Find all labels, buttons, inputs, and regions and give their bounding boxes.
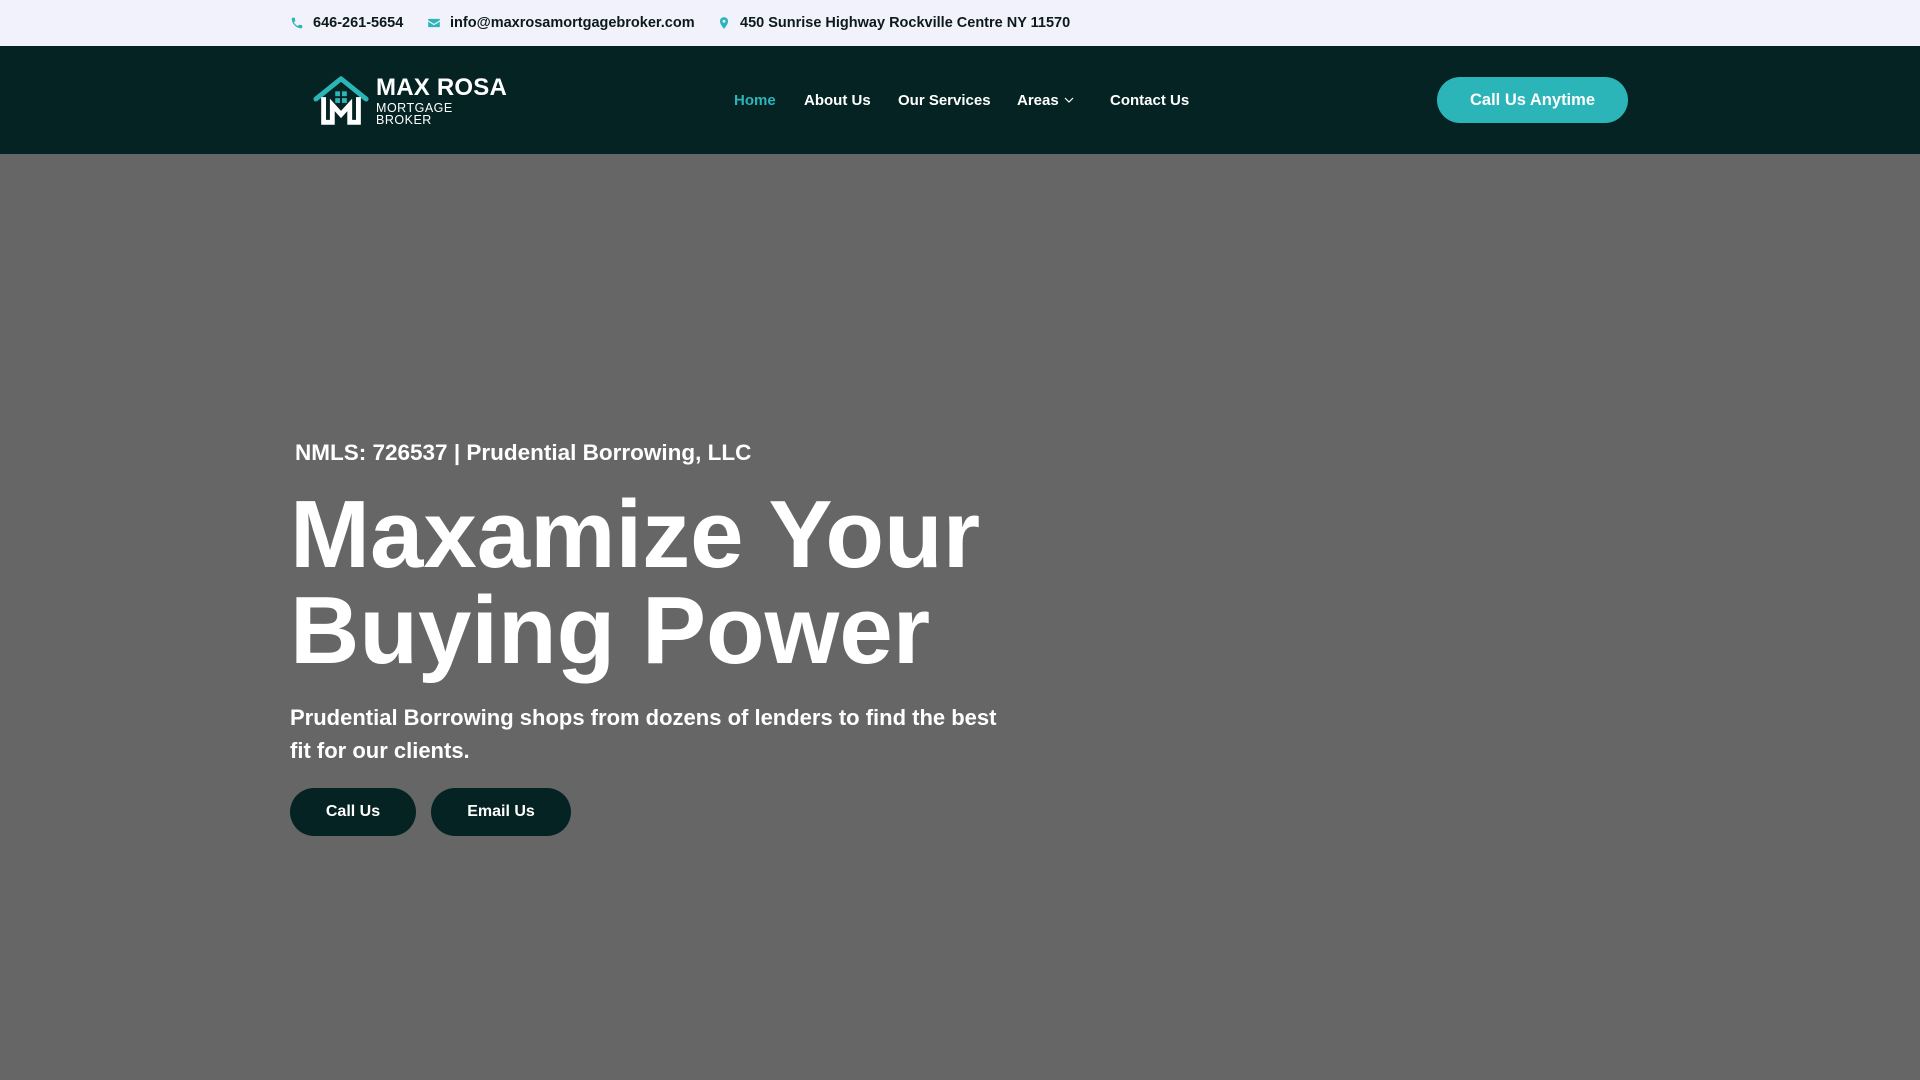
phone-icon <box>291 17 303 29</box>
chevron-down-icon <box>1064 97 1074 103</box>
logo-line2: MORTGAGE BROKER <box>376 100 453 127</box>
call-us-anytime-button[interactable]: Call Us Anytime <box>1437 77 1628 123</box>
topbar-address[interactable]: 450 Sunrise Highway Rockville Centre NY … <box>717 0 1070 46</box>
hero-title: Maxamize Your Buying Power <box>290 487 1050 679</box>
topbar-email[interactable]: info@maxrosamortgagebroker.com <box>427 0 695 46</box>
nav-contact-us[interactable]: Contact Us <box>1110 46 1189 154</box>
envelope-icon <box>428 18 440 28</box>
topbar-phone[interactable]: 646-261-5654 <box>290 0 403 46</box>
address-text: 450 Sunrise Highway Rockville Centre NY … <box>740 15 1071 31</box>
top-info-bar: 646-261-5654 info@maxrosamortgagebroker.… <box>0 0 1920 46</box>
email-text: info@maxrosamortgagebroker.com <box>450 15 695 31</box>
logo-text: MAX ROSA MORTGAGE BROKER <box>376 73 508 127</box>
site-logo[interactable]: MAX ROSA MORTGAGE BROKER <box>312 75 508 127</box>
phone-text: 646-261-5654 <box>313 15 404 31</box>
hero-description: Prudential Borrowing shops from dozens o… <box>290 705 997 763</box>
nav-our-services[interactable]: Our Services <box>898 46 991 154</box>
hero-title-line1: Maxamize Your <box>290 481 981 588</box>
logo-line1: MAX ROSA <box>376 73 507 101</box>
nav-areas[interactable]: Areas <box>1017 46 1075 154</box>
nav-home[interactable]: Home <box>734 46 776 154</box>
nav-areas-label: Areas <box>1017 91 1059 109</box>
map-pin-icon <box>719 17 729 29</box>
house-logo-icon <box>313 76 369 125</box>
hero-subheading: NMLS: 726537 | Prudential Borrowing, LLC <box>295 440 752 465</box>
call-us-button[interactable]: Call Us <box>290 788 416 836</box>
hero-title-line2: Buying Power <box>290 577 931 684</box>
email-us-button[interactable]: Email Us <box>431 788 571 836</box>
nav-about-us[interactable]: About Us <box>804 46 871 154</box>
